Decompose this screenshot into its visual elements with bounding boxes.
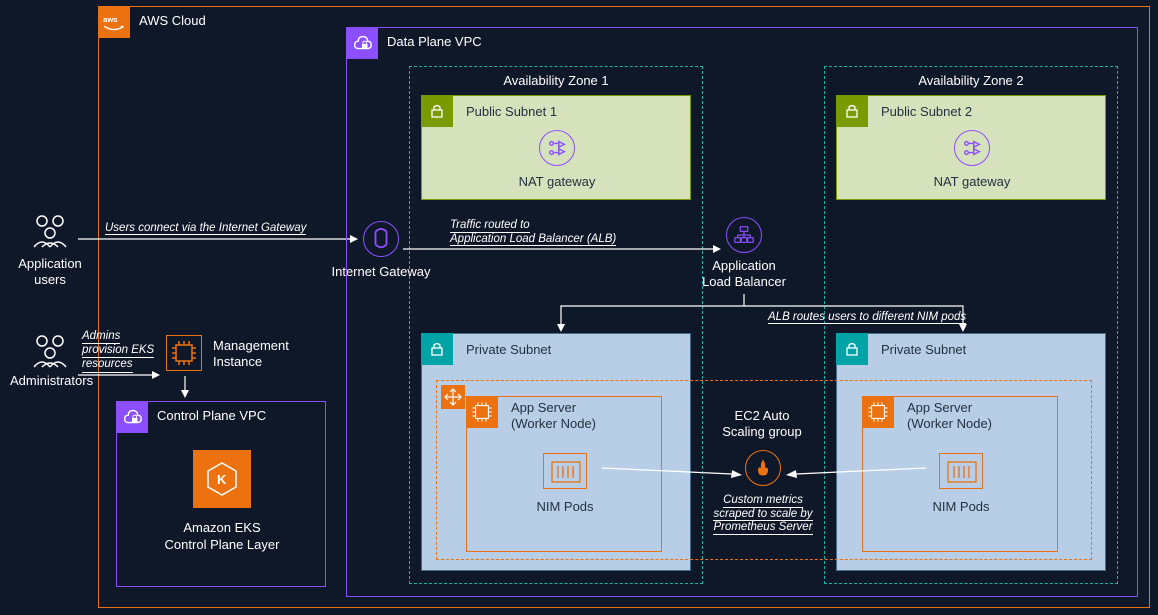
svg-text:aws: aws [103,15,117,24]
ws2-l1: App Server [907,400,972,415]
users-label-1: Application [18,256,82,271]
amazon-eks-label: Amazon EKS Control Plane Layer [117,520,327,554]
nat-gateway-2-icon [954,130,990,166]
application-load-balancer-label: Application Load Balancer [690,258,798,289]
lock-icon [421,333,453,365]
ws1-l1: App Server [511,400,576,415]
edge-metrics-label: Custom metrics scraped to scale by Prome… [700,494,826,535]
nim-pods-2-label: NIM Pods [863,499,1059,514]
edge-igw-alb-label: Traffic routed to Application Load Balan… [450,219,616,246]
aws-cloud-label: AWS Cloud [139,13,206,28]
arrow-admins-mgmt [78,370,160,380]
eks-l2: Control Plane Layer [165,537,280,552]
nat-gateway-1-icon [539,130,575,166]
mgmt-l1: Management [213,338,289,353]
lock-icon [836,95,868,127]
admins-l2: provision EKS [82,344,154,358]
arrow-igw-alb [403,244,721,254]
public-subnet-2-label: Public Subnet 2 [881,104,972,119]
prometheus-icon [745,450,781,486]
ws2-l2: (Worker Node) [907,416,992,431]
arrow-nim1-fire [602,465,742,479]
nat-gateway-2-label: NAT gateway [837,174,1107,189]
m-l3: Prometheus Server [713,521,812,535]
admins-l1: Admins [82,330,120,344]
nim-pods-1-icon [543,453,587,489]
asg-l2: Scaling group [722,424,802,439]
arrow-mgmt-down [180,376,190,398]
private-subnet-2-label: Private Subnet [881,342,966,357]
svg-text:K: K [217,472,227,487]
alb-l1: Application [712,258,776,273]
mgmt-l2: Instance [213,354,262,369]
public-subnet-1-label: Public Subnet 1 [466,104,557,119]
traf-l1: Traffic routed to [450,219,530,233]
ws1-l2: (Worker Node) [511,416,596,431]
nat-gateway-1-label: NAT gateway [422,174,692,189]
m-l2: scraped to scale by [713,508,812,522]
private-subnet-1-label: Private Subnet [466,342,551,357]
administrators-icon [28,333,72,369]
edge-alb-routes-label: ALB routes users to different NIM pods [768,311,966,324]
az1-label: Availability Zone 1 [503,73,608,88]
asg-label: EC2 Auto Scaling group [702,408,822,439]
application-users-label: Application users [8,256,92,287]
arrow-users-igw [78,234,358,244]
app-server-1-label: App Server (Worker Node) [511,400,596,431]
chip-icon [862,396,894,428]
asg-l1: EC2 Auto [735,408,790,423]
arrow-nim2-fire [786,465,926,479]
public-subnet-1: Public Subnet 1 NAT gateway [421,95,691,200]
az2-label: Availability Zone 2 [918,73,1023,88]
vpc-icon-2 [346,27,378,59]
control-plane-vpc: Control Plane VPC K Amazon EKS Control P… [116,401,326,587]
amazon-eks-icon: K [193,450,251,508]
app-server-2-label: App Server (Worker Node) [907,400,992,431]
management-instance-icon [166,335,202,371]
control-plane-vpc-label: Control Plane VPC [157,408,266,423]
m-l1: Custom metrics [723,494,803,508]
public-subnet-2: Public Subnet 2 NAT gateway [836,95,1106,200]
management-instance-label: Management Instance [213,338,289,369]
users-label-2: users [34,272,66,287]
alb-l2: Load Balancer [702,274,786,289]
nim-pods-2-icon [939,453,983,489]
vpc-icon [116,401,148,433]
application-load-balancer-icon [726,217,762,253]
data-plane-vpc-label: Data Plane VPC [387,34,482,49]
chip-icon [466,396,498,428]
lock-icon [836,333,868,365]
aws-logo-icon: aws [98,6,130,38]
edge-admins-mgmt-label: Admins provision EKS resources [82,330,154,373]
lock-icon [421,95,453,127]
asg-expand-icon [441,385,465,409]
application-users-icon [28,213,72,249]
nim-pods-1-label: NIM Pods [467,499,663,514]
eks-l1: Amazon EKS [183,520,260,535]
